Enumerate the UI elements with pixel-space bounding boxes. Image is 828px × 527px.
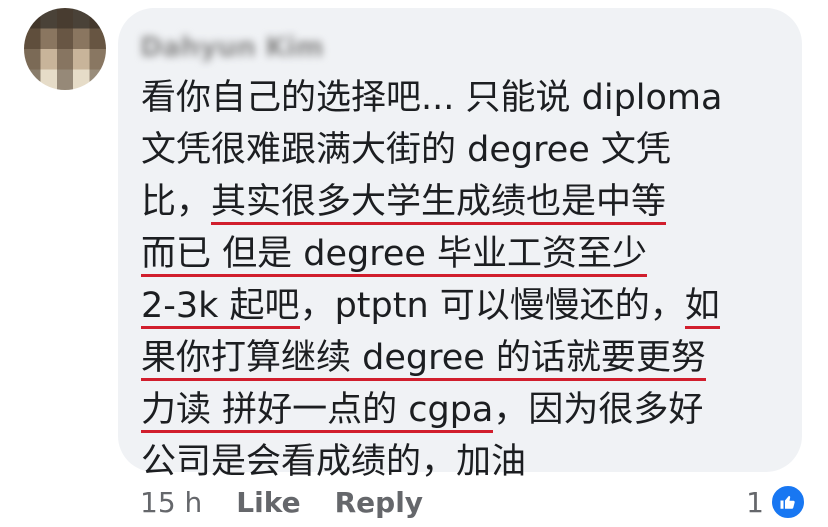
reply-button[interactable]: Reply	[335, 486, 423, 519]
underlined-text: 果你打算继续 degree 的话就要更努	[141, 338, 706, 381]
comment-line: 文凭很难跟满大街的 degree 文凭	[141, 124, 791, 176]
comment-line: 力读 拼好一点的 cgpa，因为很多好	[141, 384, 791, 436]
underlined-text: 其实很多大学生成绩也是中等	[211, 182, 667, 225]
thumbs-up-icon	[770, 484, 806, 520]
like-button[interactable]: Like	[236, 486, 300, 519]
comment-line: 比，其实很多大学生成绩也是中等	[141, 176, 791, 228]
comment-segment: 公司是会看成绩的，加油	[141, 442, 527, 482]
avatar[interactable]	[24, 8, 106, 90]
underlined-text: 2-3k 起吧	[141, 286, 300, 329]
comment-timestamp[interactable]: 15 h	[140, 486, 202, 519]
underlined-text: 如	[684, 286, 720, 329]
author-name[interactable]: Dahyun Kim	[140, 32, 324, 63]
reaction-summary[interactable]: 1	[746, 480, 806, 524]
underlined-text: 而已 但是 degree 毕业工资至少	[141, 234, 648, 277]
comment-segment: 比，	[141, 182, 212, 222]
comment-line: 果你打算继续 degree 的话就要更努	[141, 332, 791, 384]
underlined-text: 力读 拼好一点的 cgpa	[141, 390, 494, 433]
comment-text: 看你自己的选择吧... 只能说 diploma 文凭很难跟满大街的 degree …	[141, 72, 791, 488]
comment-author[interactable]: Dahyun Kim	[140, 28, 324, 66]
comment-line: 而已 但是 degree 毕业工资至少	[141, 228, 791, 280]
comment-segment: ，因为很多好	[493, 390, 704, 430]
comment-segment: 看你自己的选择吧... 只能说 diploma	[141, 78, 723, 118]
comment-segment: ，ptptn 可以慢慢还的，	[299, 286, 685, 326]
comment-actions: 15 h Like Reply	[140, 480, 457, 524]
comment-line: 2-3k 起吧，ptptn 可以慢慢还的，如	[141, 280, 791, 332]
comment-line: 看你自己的选择吧... 只能说 diploma	[141, 72, 791, 124]
comment-segment: 文凭很难跟满大街的 degree 文凭	[141, 130, 671, 170]
reaction-count: 1	[746, 485, 764, 519]
